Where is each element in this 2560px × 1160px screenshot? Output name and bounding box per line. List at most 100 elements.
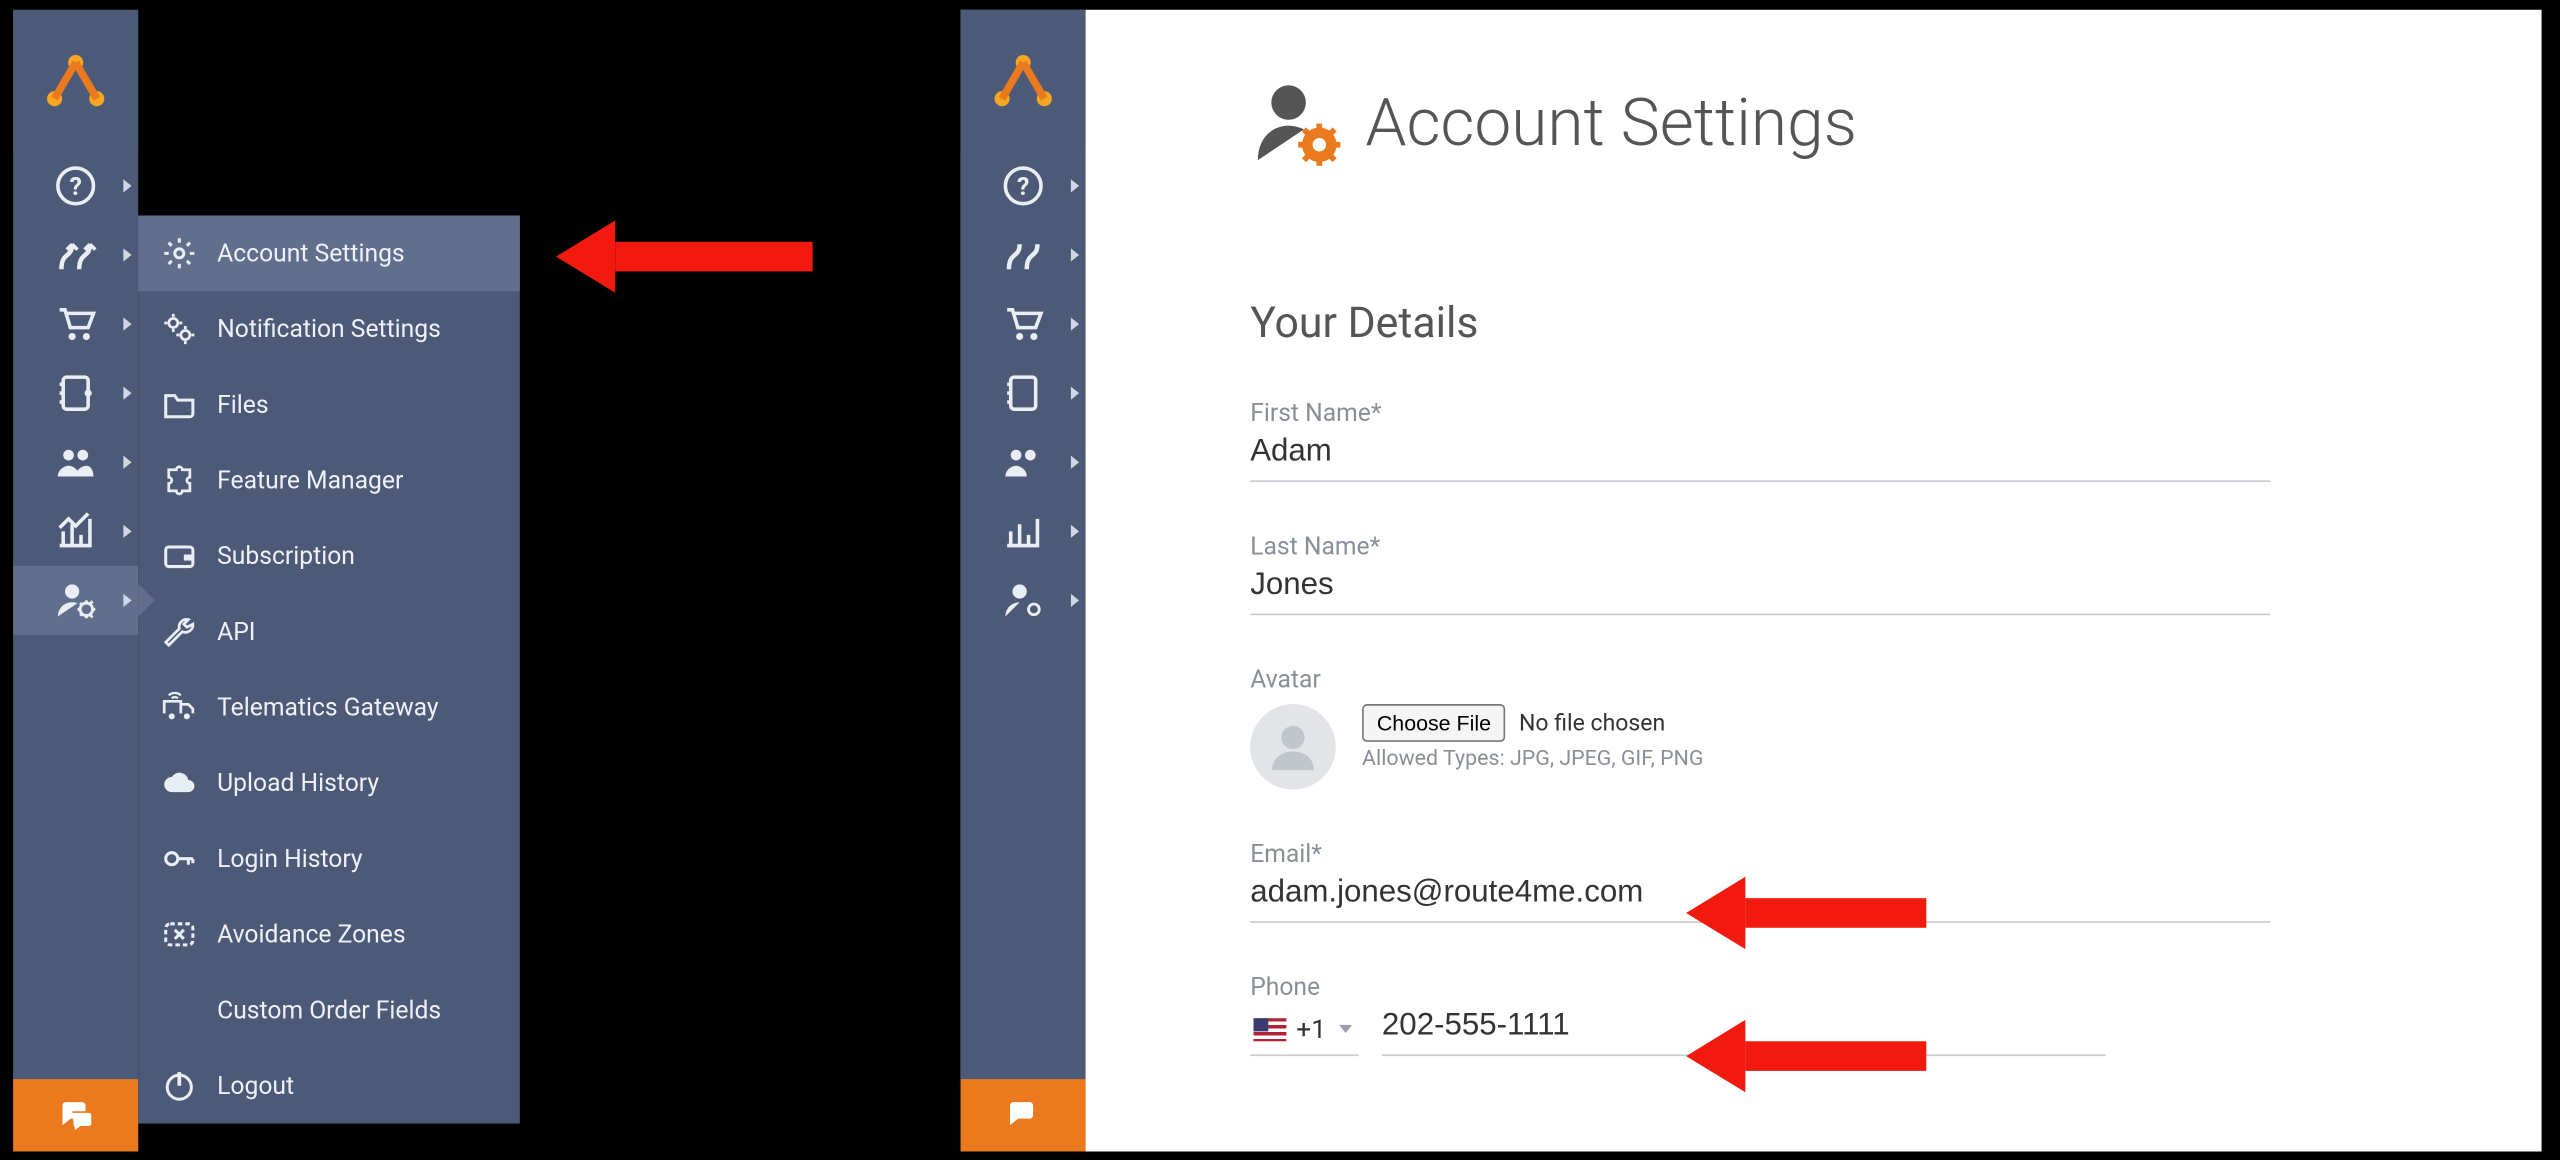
flyout-item-subscription[interactable]: Subscription	[138, 518, 520, 594]
first-name-input[interactable]	[1250, 428, 2270, 482]
team-icon	[54, 441, 97, 484]
analytics-icon	[54, 510, 97, 553]
sidebar-chat-button[interactable]	[13, 1079, 138, 1151]
sidebar-item-routes[interactable]	[961, 220, 1086, 289]
flyout-item-notification-settings[interactable]: Notification Settings	[138, 291, 520, 367]
sidebar-item-routes[interactable]	[13, 220, 138, 289]
first-name-field: First Name*	[1250, 398, 2270, 482]
gears-icon	[161, 311, 197, 347]
avatar-hint: Allowed Types: JPG, JPEG, GIF, PNG	[1362, 747, 1703, 772]
addressbook-icon	[54, 372, 97, 415]
truck-icon	[161, 689, 197, 725]
annotation-arrow-email	[1686, 880, 1926, 946]
routes-icon	[1002, 234, 1045, 277]
us-flag-icon	[1253, 1017, 1286, 1040]
sidebar-item-analytics[interactable]	[961, 497, 1086, 566]
routes-icon	[54, 234, 97, 277]
flyout-label: Avoidance Zones	[217, 920, 405, 950]
avatar-field: Avatar Choose File No file chosen Allowe…	[1250, 665, 2270, 790]
sidebar-item-account[interactable]	[961, 566, 1086, 635]
flyout-label: Telematics Gateway	[217, 693, 438, 723]
flyout-label: Subscription	[217, 541, 355, 571]
sidebar-rail-left: ?	[13, 10, 138, 1152]
app-logo[interactable]	[13, 10, 138, 151]
sidebar-item-analytics[interactable]	[13, 497, 138, 566]
flyout-label: Feature Manager	[217, 466, 403, 496]
flyout-label: Notification Settings	[217, 314, 441, 344]
sidebar-item-team[interactable]	[13, 428, 138, 497]
sidebar-item-addressbook[interactable]	[961, 359, 1086, 428]
sidebar-item-addressbook[interactable]	[13, 359, 138, 428]
flyout-item-account-settings[interactable]: Account Settings	[138, 215, 520, 291]
annotation-arrow-menu	[556, 224, 813, 290]
flyout-item-avoidance-zones[interactable]: Avoidance Zones	[138, 897, 520, 973]
left-frame: ?	[13, 10, 947, 1152]
avatar-silhouette-icon	[1265, 719, 1321, 775]
cart-icon	[54, 303, 97, 346]
flyout-item-logout[interactable]: Logout	[138, 1048, 520, 1124]
flyout-item-login-history[interactable]: Login History	[138, 821, 520, 897]
power-icon	[161, 1068, 197, 1104]
key-icon	[161, 841, 197, 877]
cart-icon	[1002, 303, 1045, 346]
flyout-label: Upload History	[217, 768, 379, 798]
last-name-label: Last Name*	[1250, 531, 2270, 561]
flyout-label: Custom Order Fields	[217, 995, 441, 1025]
chevron-down-icon	[1339, 1025, 1352, 1033]
analytics-icon	[1002, 510, 1045, 553]
right-frame: ? Account Settings Your Details	[961, 10, 2542, 1152]
section-title: Your Details	[1250, 299, 2541, 348]
flyout-label: API	[217, 617, 255, 647]
sidebar-item-help[interactable]: ?	[13, 151, 138, 220]
phone-label: Phone	[1250, 972, 2270, 1002]
choose-file-button[interactable]: Choose File	[1362, 704, 1506, 742]
svg-text:?: ?	[1017, 173, 1029, 202]
flyout-label: Account Settings	[217, 239, 405, 269]
route-logo-icon	[39, 44, 111, 116]
sidebar-item-account[interactable]	[13, 566, 138, 635]
page-title: Account Settings	[1250, 76, 2541, 168]
sidebar-item-team[interactable]	[961, 428, 1086, 497]
email-label: Email*	[1250, 839, 2270, 869]
help-icon: ?	[1002, 165, 1045, 208]
flyout-label: Files	[217, 390, 268, 420]
cloud-upload-icon	[161, 765, 197, 801]
flyout-item-files[interactable]: Files	[138, 367, 520, 443]
phone-country-selector[interactable]: +1	[1250, 1007, 1359, 1056]
app-logo[interactable]	[961, 10, 1086, 151]
user-gear-icon	[1002, 579, 1045, 622]
page-title-text: Account Settings	[1365, 83, 1857, 160]
flyout-item-feature-manager[interactable]: Feature Manager	[138, 443, 520, 519]
team-icon	[1002, 441, 1045, 484]
avatar-label: Avatar	[1250, 665, 2270, 695]
sidebar-chat-button[interactable]	[961, 1079, 1086, 1151]
flyout-label: Logout	[217, 1071, 294, 1101]
sidebar-rail-right: ?	[961, 10, 1086, 1152]
zone-x-icon	[161, 916, 197, 952]
gear-icon	[161, 235, 197, 271]
account-flyout-menu: Account Settings Notification Settings F…	[138, 215, 520, 1123]
wrench-icon	[161, 614, 197, 650]
phone-country-code: +1	[1296, 1013, 1326, 1044]
flyout-item-upload-history[interactable]: Upload History	[138, 745, 520, 821]
puzzle-icon	[161, 462, 197, 498]
account-settings-page: Account Settings Your Details First Name…	[1086, 10, 2542, 1152]
sidebar-item-help[interactable]: ?	[961, 151, 1086, 220]
flyout-item-telematics[interactable]: Telematics Gateway	[138, 670, 520, 746]
user-gear-icon	[54, 579, 97, 622]
sidebar-item-orders[interactable]	[13, 290, 138, 359]
wallet-icon	[161, 538, 197, 574]
addressbook-icon	[1002, 372, 1045, 415]
annotation-arrow-phone	[1686, 1023, 1926, 1089]
flyout-item-api[interactable]: API	[138, 594, 520, 670]
help-icon: ?	[54, 165, 97, 208]
no-file-chosen-text: No file chosen	[1519, 710, 1665, 736]
route-logo-icon	[987, 44, 1059, 116]
folder-icon	[161, 387, 197, 423]
svg-text:?: ?	[69, 173, 81, 202]
last-name-field: Last Name*	[1250, 531, 2270, 615]
last-name-input[interactable]	[1250, 561, 2270, 615]
flyout-label: Login History	[217, 844, 362, 874]
flyout-item-custom-order-fields[interactable]: Custom Order Fields	[138, 972, 520, 1048]
sidebar-item-orders[interactable]	[961, 290, 1086, 359]
